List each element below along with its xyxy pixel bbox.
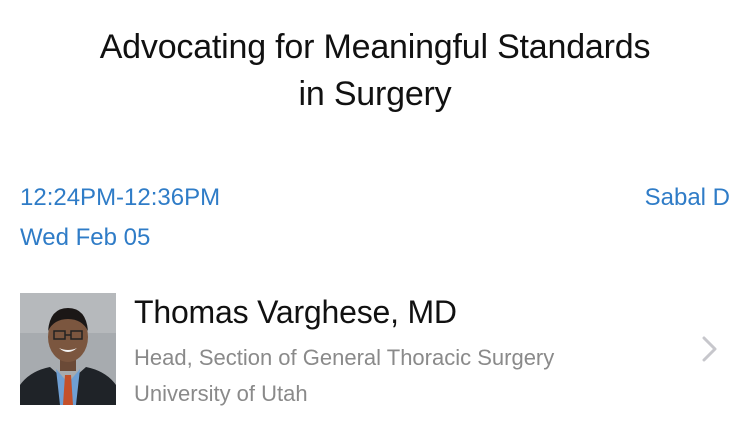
speaker-organization: University of Utah — [134, 381, 308, 406]
speaker-photo — [20, 293, 116, 405]
chevron-right-icon[interactable] — [700, 336, 720, 362]
speaker-row[interactable]: Thomas Varghese, MD Head, Section of Gen… — [0, 285, 750, 415]
session-date: Wed Feb 05 — [20, 224, 151, 251]
session-time: 12:24PM-12:36PM — [20, 184, 221, 211]
session-location[interactable]: Sabal D — [645, 183, 730, 213]
session-title: Advocating for Meaningful Standards in S… — [20, 24, 730, 118]
speaker-name: Thomas Varghese, MD — [134, 294, 457, 330]
speaker-avatar — [20, 293, 116, 405]
session-title-line-1: Advocating for Meaningful Standards — [99, 28, 651, 66]
session-title-line-2: in Surgery — [298, 75, 452, 113]
session-detail-screen: Advocating for Meaningful Standards in S… — [0, 0, 750, 434]
speaker-role: Head, Section of General Thoracic Surger… — [134, 345, 555, 370]
